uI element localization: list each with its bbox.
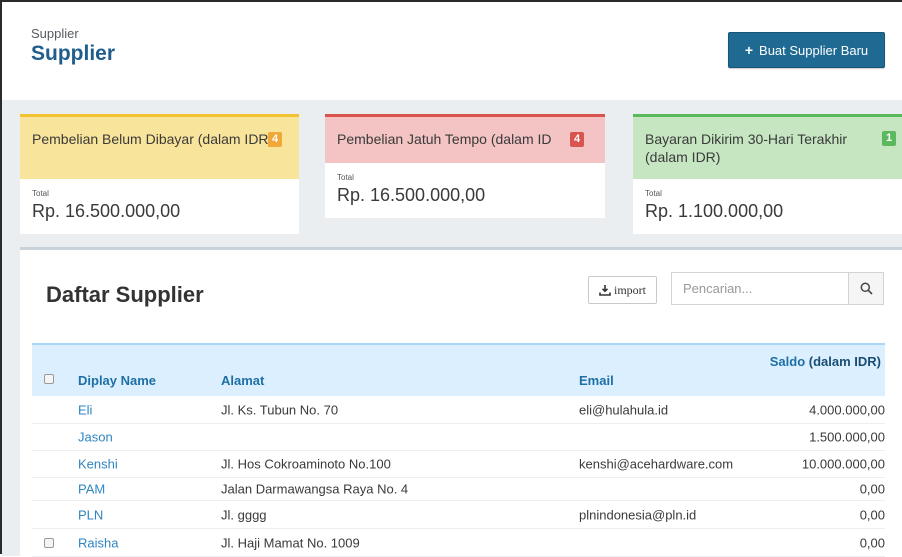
total-value: Rp. 16.500.000,00: [32, 201, 181, 221]
supplier-name-link[interactable]: Raisha: [78, 535, 118, 550]
table-row[interactable]: Kenshi Jl. Hos Cokroaminoto No.100 kensh…: [32, 451, 885, 478]
plus-icon: +: [744, 42, 754, 58]
total-label: Total: [32, 189, 49, 198]
list-title: Daftar Supplier: [46, 282, 204, 307]
card-payments-sent[interactable]: Bayaran Dikirim 30-Hari Terakhir (dalam …: [633, 114, 902, 234]
supplier-name-link[interactable]: PLN: [78, 507, 103, 522]
card-header: Pembelian Jatuh Tempo (dalam ID 4: [325, 117, 605, 163]
supplier-list-panel: Daftar Supplier import Pencarian... Dipl…: [20, 247, 902, 557]
supplier-address: Jl. gggg: [221, 507, 267, 522]
saldo-unit-label: (dalam IDR): [808, 354, 881, 369]
count-badge: 4: [268, 132, 283, 147]
column-header-email[interactable]: Email: [579, 373, 614, 388]
count-badge: 1: [882, 131, 897, 146]
search-icon: [860, 282, 873, 295]
supplier-saldo: 0,00: [859, 535, 885, 550]
supplier-name-link[interactable]: Eli: [78, 402, 92, 417]
count-badge: 4: [570, 132, 585, 147]
import-label: import: [614, 282, 646, 297]
content-area: Pembelian Belum Dibayar (dalam IDR) 4 To…: [2, 100, 902, 557]
supplier-email: kenshi@acehardware.com: [579, 456, 734, 472]
total-label: Total: [337, 173, 354, 182]
supplier-table: Diplay Name Alamat Email Saldo (dalam ID…: [32, 343, 885, 557]
table-row[interactable]: Eli Jl. Ks. Tubun No. 70 eli@hulahula.id…: [32, 396, 885, 424]
supplier-saldo: 0,00: [859, 481, 885, 497]
card-title: Pembelian Belum Dibayar (dalam IDR): [32, 131, 274, 147]
column-header-name[interactable]: Diplay Name: [78, 373, 156, 388]
total-label: Total: [645, 189, 662, 198]
page-header: Supplier Supplier + Buat Supplier Baru: [2, 2, 902, 100]
supplier-saldo: 10.000.000,00: [801, 456, 885, 472]
supplier-name-link[interactable]: Kenshi: [78, 457, 118, 472]
create-supplier-label: Buat Supplier Baru: [759, 42, 869, 58]
card-due-purchases[interactable]: Pembelian Jatuh Tempo (dalam ID 4 Total …: [325, 114, 605, 218]
supplier-address: Jl. Haji Mamat No. 1009: [221, 535, 360, 550]
import-button[interactable]: import: [588, 276, 657, 304]
saldo-label: Saldo: [769, 354, 806, 369]
supplier-saldo: 4.000.000,00: [809, 402, 885, 417]
card-unpaid-purchases[interactable]: Pembelian Belum Dibayar (dalam IDR) 4 To…: [20, 114, 299, 234]
card-title: Pembelian Jatuh Tempo (dalam ID: [337, 131, 552, 147]
page-title: Supplier: [31, 42, 116, 65]
row-checkbox[interactable]: [44, 538, 54, 548]
supplier-address: Jalan Darmawangsa Raya No. 4: [221, 481, 409, 497]
create-supplier-button[interactable]: + Buat Supplier Baru: [728, 32, 885, 68]
table-header: Diplay Name Alamat Email Saldo (dalam ID…: [32, 343, 885, 396]
supplier-address: Jl. Ks. Tubun No. 70: [221, 402, 339, 417]
search-input[interactable]: Pencarian...: [671, 272, 849, 305]
supplier-email: plnindonesia@pln.id: [579, 507, 697, 522]
table-row[interactable]: Jason 1.500.000,00: [32, 424, 885, 451]
card-header: Bayaran Dikirim 30-Hari Terakhir (dalam …: [633, 117, 902, 179]
supplier-name-link[interactable]: PAM: [78, 482, 105, 497]
table-row[interactable]: PLN Jl. gggg plnindonesia@pln.id 0,00: [32, 501, 885, 529]
supplier-email: eli@hulahula.id: [579, 402, 669, 417]
table-row[interactable]: Raisha Jl. Haji Mamat No. 1009 0,00: [32, 529, 885, 557]
total-value: Rp. 16.500.000,00: [337, 185, 486, 205]
search-button[interactable]: [848, 272, 884, 305]
download-icon: [599, 285, 611, 296]
card-header: Pembelian Belum Dibayar (dalam IDR) 4: [20, 117, 299, 179]
total-value: Rp. 1.100.000,00: [645, 201, 784, 221]
app-frame: Supplier Supplier + Buat Supplier Baru P…: [0, 0, 902, 557]
supplier-saldo: 1.500.000,00: [809, 429, 885, 445]
card-title: Bayaran Dikirim 30-Hari Terakhir (dalam …: [645, 131, 848, 165]
table-row[interactable]: PAM Jalan Darmawangsa Raya No. 4 0,00: [32, 478, 885, 501]
supplier-name-link[interactable]: Jason: [78, 430, 113, 445]
supplier-address: Jl. Hos Cokroaminoto No.100: [221, 456, 391, 472]
breadcrumb[interactable]: Supplier: [31, 26, 79, 41]
column-header-saldo[interactable]: Saldo (dalam IDR): [770, 353, 881, 371]
select-all-checkbox[interactable]: [44, 374, 54, 384]
column-header-address[interactable]: Alamat: [221, 373, 264, 388]
supplier-saldo: 0,00: [859, 507, 885, 522]
